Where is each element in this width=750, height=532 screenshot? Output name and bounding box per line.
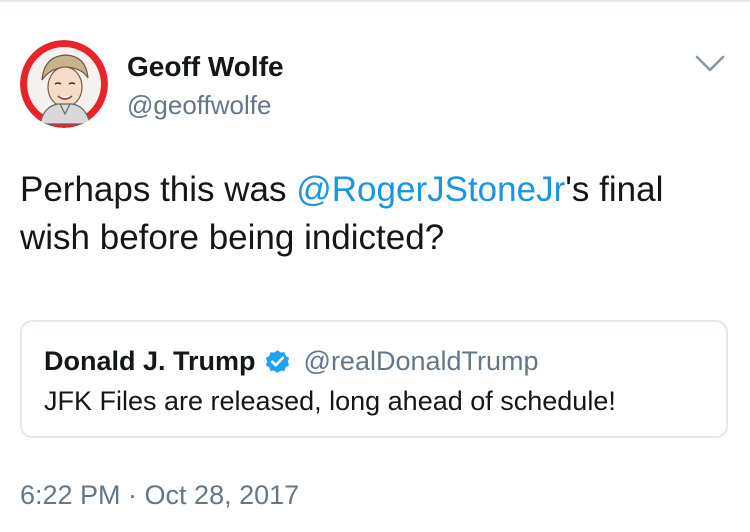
tweet-menu-button[interactable] (694, 52, 726, 76)
quoted-author-handle: @realDonaldTrump (303, 346, 539, 376)
avatar-image (20, 40, 108, 128)
quoted-tweet-header: Donald J. Trump @realDonaldTrump (44, 344, 539, 378)
author-handle[interactable]: @geoffwolfe (127, 89, 271, 121)
mention-link[interactable]: @RogerJStoneJr (296, 170, 565, 209)
tweet-text: Perhaps this was @RogerJStoneJr's final … (20, 166, 735, 262)
quoted-tweet[interactable]: Donald J. Trump @realDonaldTrump JFK Fil… (20, 320, 728, 438)
verified-badge-icon (265, 349, 289, 373)
chevron-down-icon (695, 55, 725, 72)
author-avatar[interactable] (20, 40, 108, 128)
quoted-tweet-text: JFK Files are released, long ahead of sc… (44, 386, 616, 416)
quoted-author-name: Donald J. Trump (44, 346, 256, 376)
tweet-timestamp[interactable]: 6:22 PM · Oct 28, 2017 (20, 478, 299, 512)
tweet-text-start: Perhaps this was (20, 170, 297, 209)
top-divider (0, 0, 750, 2)
tweet-card: Geoff Wolfe @geoffwolfe Perhaps this was… (0, 0, 750, 532)
author-name[interactable]: Geoff Wolfe (127, 50, 284, 84)
